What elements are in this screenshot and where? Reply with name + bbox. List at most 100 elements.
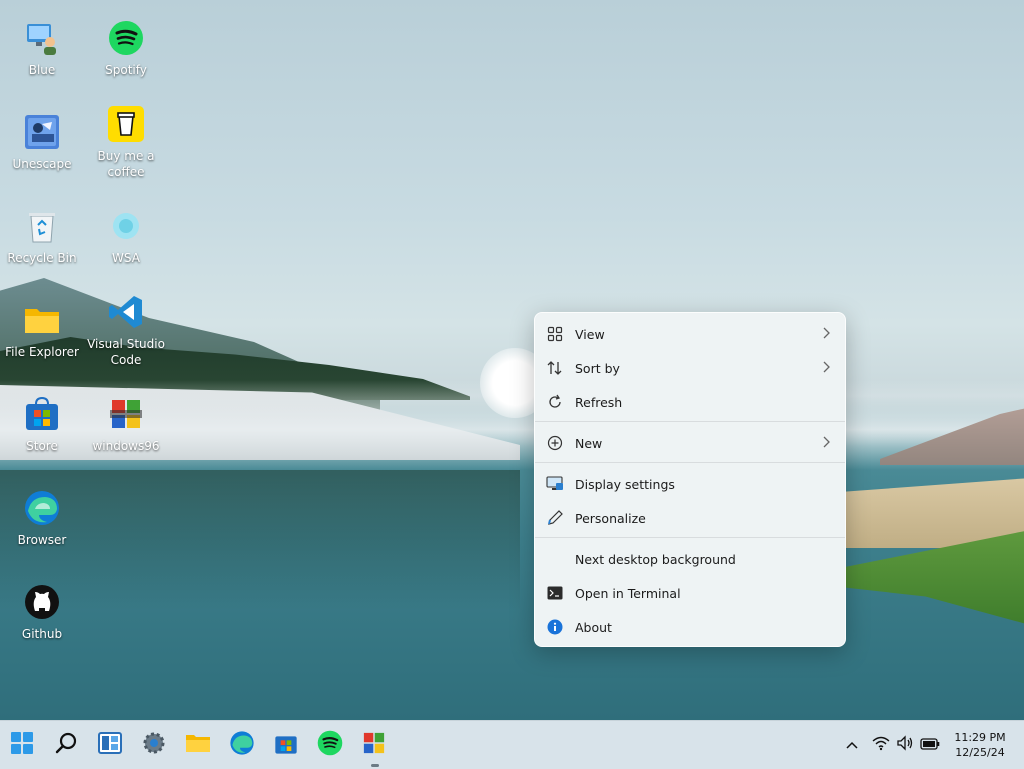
chevron-right-icon	[819, 434, 833, 450]
wsa-icon	[106, 206, 146, 246]
desktop-icon-visual-studio-code[interactable]: Visual Studio Code	[84, 292, 168, 368]
desktop-icon-label: WSA	[112, 251, 140, 265]
edge-icon	[229, 730, 255, 760]
coffee-cup-icon	[106, 104, 146, 144]
menu-item-next-desktop-background[interactable]: Next desktop background	[535, 542, 845, 576]
clock-time: 11:29 PM	[954, 731, 1006, 744]
menu-item-label: New	[575, 435, 603, 451]
folder-icon	[22, 300, 62, 340]
edge-icon	[22, 488, 62, 528]
clock-date: 12/25/24	[955, 746, 1005, 759]
desktop-icon-label: Visual Studio Code	[87, 337, 165, 367]
menu-item-sort-by[interactable]: Sort by	[535, 351, 845, 385]
menu-item-label: Display settings	[575, 476, 675, 492]
user-computer-icon	[22, 18, 62, 58]
menu-item-label: View	[575, 326, 605, 342]
taskbar-edge-button[interactable]	[225, 728, 259, 762]
menu-item-label: Next desktop background	[575, 551, 736, 567]
menu-item-label: Open in Terminal	[575, 585, 681, 601]
menu-item-new[interactable]: New	[535, 426, 845, 460]
volume-icon	[896, 735, 914, 755]
tray-battery-button[interactable]	[920, 735, 940, 754]
windows96-icon	[106, 394, 146, 434]
taskbar-start-button[interactable]	[5, 728, 39, 762]
plus-circle-icon	[545, 433, 565, 453]
desktop-icon-windows96[interactable]: windows96	[84, 394, 168, 454]
desktop-icon-blue[interactable]: Blue	[0, 18, 84, 78]
desktop-icon-label: Browser	[17, 533, 67, 547]
pen-icon	[545, 508, 565, 528]
info-icon	[545, 617, 565, 637]
taskbar-spotify-button[interactable]	[313, 728, 347, 762]
menu-item-view[interactable]: View	[535, 317, 845, 351]
desktop-icon-label: File Explorer	[5, 345, 79, 359]
tray-network-button[interactable]	[872, 735, 890, 755]
taskbar-store-button[interactable]	[269, 728, 303, 762]
running-app-indicator	[371, 764, 379, 767]
desktop-icon-wsa[interactable]: WSA	[84, 206, 168, 266]
chevron-up-icon	[846, 735, 858, 754]
windows96-icon	[361, 730, 387, 760]
terminal-icon	[545, 583, 565, 603]
menu-item-label: About	[575, 619, 612, 635]
tray-volume-button[interactable]	[896, 735, 914, 755]
desktop-wallpaper[interactable]: Blue Spotify Unescape Buy me a coffee Re…	[0, 0, 1024, 720]
spotify-icon	[317, 730, 343, 760]
windows-start-icon	[10, 731, 34, 759]
desktop-icon-spotify[interactable]: Spotify	[84, 18, 168, 78]
chevron-right-icon	[819, 359, 833, 375]
menu-divider	[535, 462, 845, 463]
taskbar-clock[interactable]: 11:29 PM 12/25/24	[950, 730, 1010, 760]
recycle-bin-icon	[22, 206, 62, 246]
grid-view-icon	[545, 324, 565, 344]
desktop-icon-label: Store	[26, 439, 58, 453]
sort-arrows-icon	[545, 358, 565, 378]
desktop-icon-label: Buy me a coffee	[97, 149, 155, 179]
desktop-icon-unescape[interactable]: Unescape	[0, 112, 84, 172]
desktop-context-menu: View Sort by Refresh New Display setting…	[534, 312, 846, 647]
taskbar-windows96-button[interactable]	[357, 728, 391, 762]
monitor-icon	[545, 474, 565, 494]
menu-item-refresh[interactable]: Refresh	[535, 385, 845, 419]
taskbar-widgets-button[interactable]	[93, 728, 127, 762]
search-icon	[55, 731, 79, 759]
desktop-icon-file-explorer[interactable]: File Explorer	[0, 300, 84, 360]
store-bag-icon	[22, 394, 62, 434]
desktop-icon-store[interactable]: Store	[0, 394, 84, 454]
chevron-right-icon	[819, 325, 833, 341]
widgets-icon	[98, 731, 122, 759]
github-icon	[22, 582, 62, 622]
desktop-icon-label: Unescape	[12, 157, 72, 171]
desktop-icon-github[interactable]: Github	[0, 582, 84, 642]
menu-item-personalize[interactable]: Personalize	[535, 501, 845, 535]
vscode-icon	[106, 292, 146, 332]
desktop-icon-label: Github	[21, 627, 63, 641]
taskbar: 11:29 PM 12/25/24	[0, 720, 1024, 769]
menu-item-label: Refresh	[575, 394, 623, 410]
menu-item-about[interactable]: About	[535, 610, 845, 644]
gear-icon	[142, 731, 166, 759]
desktop-icon-browser[interactable]: Browser	[0, 488, 84, 548]
menu-divider	[535, 537, 845, 538]
desktop-icon-recycle-bin[interactable]: Recycle Bin	[0, 206, 84, 266]
folder-icon	[185, 732, 211, 758]
desktop-icon-label: Spotify	[105, 63, 147, 77]
desktop-icon-label: Recycle Bin	[7, 251, 77, 265]
taskbar-file-explorer-button[interactable]	[181, 728, 215, 762]
menu-item-display-settings[interactable]: Display settings	[535, 467, 845, 501]
store-bag-icon	[274, 731, 298, 759]
menu-item-label: Personalize	[575, 510, 646, 526]
wifi-icon	[872, 735, 890, 755]
taskbar-settings-button[interactable]	[137, 728, 171, 762]
menu-divider	[535, 421, 845, 422]
desktop-icon-label: Blue	[28, 63, 56, 77]
tray-overflow-button[interactable]	[846, 735, 858, 754]
unescape-app-icon	[22, 112, 62, 152]
menu-item-open-in-terminal[interactable]: Open in Terminal	[535, 576, 845, 610]
battery-icon	[920, 735, 940, 754]
desktop-icon-buy-me-a-coffee[interactable]: Buy me a coffee	[84, 104, 168, 180]
desktop-icon-label: windows96	[92, 439, 160, 453]
menu-item-label: Sort by	[575, 360, 620, 376]
spotify-icon	[106, 18, 146, 58]
taskbar-search-button[interactable]	[50, 728, 84, 762]
